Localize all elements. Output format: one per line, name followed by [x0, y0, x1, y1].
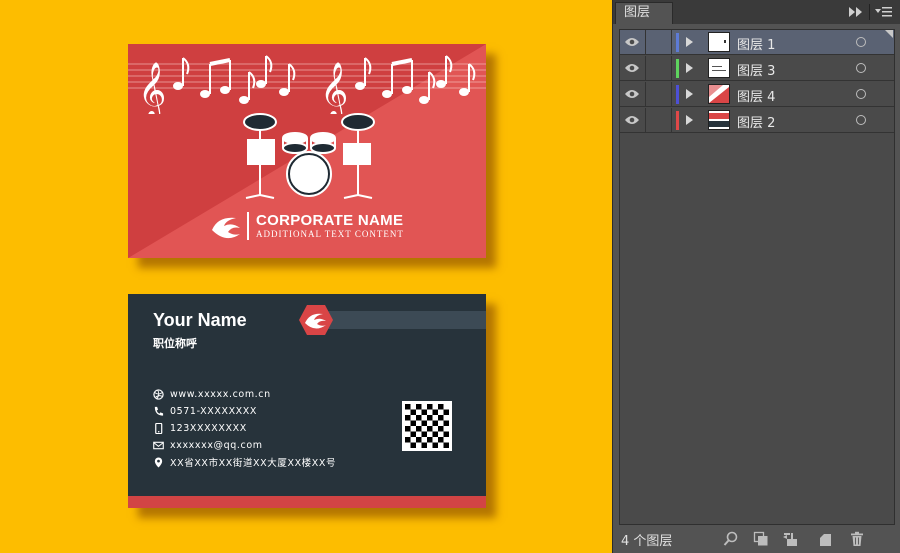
layer-thumbnail — [708, 84, 730, 104]
job-title: 职位称呼 — [153, 337, 197, 350]
email-text: xxxxxxx@qq.com — [170, 439, 263, 451]
envelope-icon — [153, 441, 164, 449]
svg-text:𝄞: 𝄞 — [138, 62, 166, 114]
globe-icon — [153, 388, 164, 400]
target-circle-icon[interactable] — [856, 89, 866, 99]
expand-arrow-icon[interactable] — [686, 89, 693, 99]
mobile-icon — [155, 422, 163, 434]
contact-phone: 0571-XXXXXXXX — [153, 404, 257, 418]
layer-name[interactable]: 图层 1 — [737, 34, 775, 53]
layer-color-bar — [676, 85, 679, 104]
expand-arrow-icon[interactable] — [686, 37, 693, 47]
phone-text: 0571-XXXXXXXX — [170, 405, 257, 417]
artboard-canvas[interactable]: 𝄞 𝄞 CORPORATE NAME ADDITIONAL TEXT CONTE… — [0, 0, 612, 553]
contact-email: xxxxxxx@qq.com — [153, 438, 263, 452]
drum-kit-icon — [243, 113, 375, 199]
person-name: Your Name — [153, 310, 247, 330]
business-card-back: Your Name 职位称呼 www.xxxxx.com.cn 0571-XXX… — [128, 294, 486, 508]
header-divider — [869, 4, 870, 20]
layer-row[interactable]: 图层 2 — [620, 108, 894, 133]
contact-address: XX省XX市XX街道XX大厦XX楼XX号 — [153, 455, 336, 469]
new-sublayer-icon[interactable] — [783, 531, 799, 547]
target-circle-icon[interactable] — [856, 63, 866, 73]
layer-color-bar — [676, 59, 679, 78]
svg-text:𝄞: 𝄞 — [320, 62, 348, 114]
layer-thumbnail — [708, 32, 730, 52]
contact-mobile: 123XXXXXXXX — [153, 421, 247, 435]
corporate-tagline: ADDITIONAL TEXT CONTENT — [256, 229, 404, 239]
layer-count: 4 个图层 — [621, 534, 673, 549]
collapse-panel-icon[interactable] — [849, 7, 863, 17]
layer-color-bar — [676, 33, 679, 52]
tab-layers[interactable]: 图层 — [615, 2, 673, 24]
mobile-text: 123XXXXXXXX — [170, 422, 247, 434]
target-circle-icon[interactable] — [856, 37, 866, 47]
selected-corner-icon — [885, 30, 893, 38]
clipping-mask-icon[interactable] — [753, 531, 769, 547]
layer-name[interactable]: 图层 2 — [737, 112, 775, 131]
website-text: www.xxxxx.com.cn — [170, 388, 271, 400]
location-pin-icon — [154, 456, 163, 468]
layer-row[interactable]: 图层 1 — [620, 30, 894, 55]
corporate-name: CORPORATE NAME — [256, 212, 404, 229]
layer-color-bar — [676, 111, 679, 130]
business-card-front: 𝄞 𝄞 CORPORATE NAME ADDITIONAL TEXT CONTE… — [128, 44, 486, 258]
visibility-eye-icon[interactable] — [624, 36, 640, 48]
layer-thumbnail — [708, 110, 730, 130]
phone-icon — [154, 406, 164, 416]
expand-arrow-icon[interactable] — [686, 63, 693, 73]
search-icon[interactable] — [723, 531, 739, 547]
music-notes-icon: 𝄞 𝄞 — [138, 55, 476, 114]
layer-thumbnail — [708, 58, 730, 78]
target-circle-icon[interactable] — [856, 115, 866, 125]
panel-header: 图层 — [613, 0, 900, 24]
layer-row[interactable]: 图层 4 — [620, 82, 894, 107]
hexagon-logo-icon — [299, 305, 333, 335]
bottom-red-band — [128, 496, 486, 508]
layer-name[interactable]: 图层 4 — [737, 86, 775, 105]
header-band — [324, 311, 486, 329]
layer-row[interactable]: 图层 3 — [620, 56, 894, 81]
layers-list: 图层 1 图层 3 图层 4 图层 2 — [619, 29, 895, 525]
address-text: XX省XX市XX街道XX大厦XX楼XX号 — [170, 458, 337, 469]
logo-divider — [247, 212, 249, 240]
expand-arrow-icon[interactable] — [686, 115, 693, 125]
panel-footer: 4 个图层 — [613, 527, 900, 553]
qr-code — [402, 401, 452, 451]
visibility-eye-icon[interactable] — [624, 114, 640, 126]
company-logo-icon — [212, 217, 240, 239]
panel-menu-icon[interactable] — [875, 6, 893, 18]
new-layer-icon[interactable] — [817, 531, 833, 547]
contact-website: www.xxxxx.com.cn — [153, 387, 271, 401]
visibility-eye-icon[interactable] — [624, 62, 640, 74]
layers-panel: 图层 图层 1 图层 3 图层 4 图层 2 4 个图层 — [612, 0, 900, 553]
visibility-eye-icon[interactable] — [624, 88, 640, 100]
trash-icon[interactable] — [849, 531, 865, 547]
layer-name[interactable]: 图层 3 — [737, 60, 775, 79]
